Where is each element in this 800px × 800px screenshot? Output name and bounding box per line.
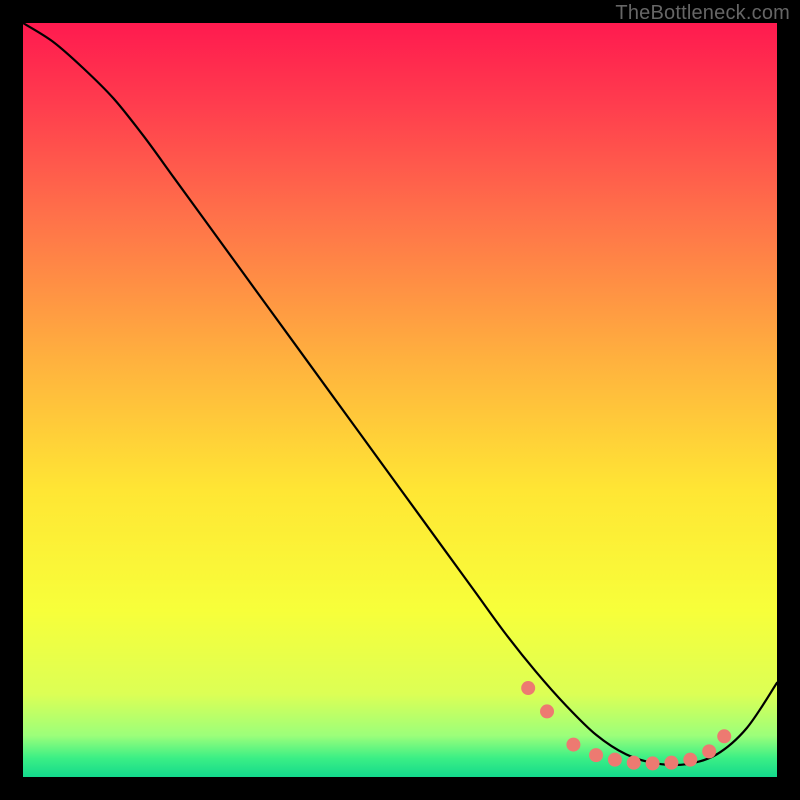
marker-dot [627,756,641,770]
marker-dot [683,753,697,767]
marker-dot [702,744,716,758]
marker-dot [589,748,603,762]
marker-dot [717,729,731,743]
chart-svg [23,23,777,777]
marker-dot [540,704,554,718]
marker-dot [521,681,535,695]
chart-frame [23,23,777,777]
marker-dot [566,738,580,752]
chart-background [23,23,777,777]
marker-dot [608,753,622,767]
marker-dot [646,756,660,770]
marker-dot [664,756,678,770]
watermark-text: TheBottleneck.com [615,2,790,25]
